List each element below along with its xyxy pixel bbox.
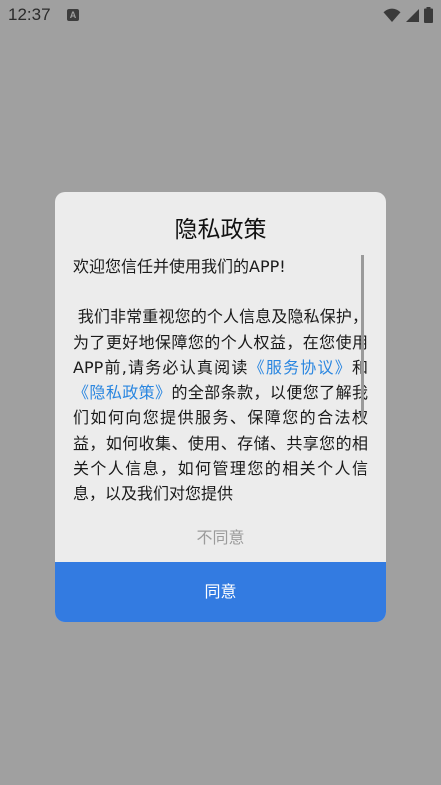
agree-button[interactable]: 同意 xyxy=(55,562,386,622)
wifi-icon xyxy=(383,8,401,23)
connector-text: 和 xyxy=(351,357,368,377)
cellular-signal-icon xyxy=(405,8,420,23)
content-scrollbar[interactable] xyxy=(361,255,364,421)
service-agreement-link[interactable]: 《服务协议》 xyxy=(249,358,352,377)
dialog-title: 隐私政策 xyxy=(174,217,267,243)
privacy-body: 我们非常重视您的个人信息及隐私保护，为了更好地保障您的个人权益，在您使用APP前… xyxy=(73,304,368,502)
status-icons xyxy=(383,6,433,24)
privacy-content[interactable]: 欢迎您信任并使用我们的APP! 我们非常重视您的个人信息及隐私保护，为了更好地保… xyxy=(73,254,368,502)
privacy-policy-link[interactable]: 《隐私政策》 xyxy=(73,383,171,402)
battery-icon xyxy=(424,7,433,23)
status-time: 12:37 xyxy=(8,5,51,24)
greeting-text: 欢迎您信任并使用我们的APP! xyxy=(73,257,286,276)
status-bar: 12:37 A xyxy=(0,0,441,30)
privacy-dialog: 隐私政策 欢迎您信任并使用我们的APP! 我们非常重视您的个人信息及隐私保护，为… xyxy=(55,192,386,622)
disagree-button[interactable]: 不同意 xyxy=(55,526,386,550)
notification-icon: A xyxy=(67,9,79,21)
